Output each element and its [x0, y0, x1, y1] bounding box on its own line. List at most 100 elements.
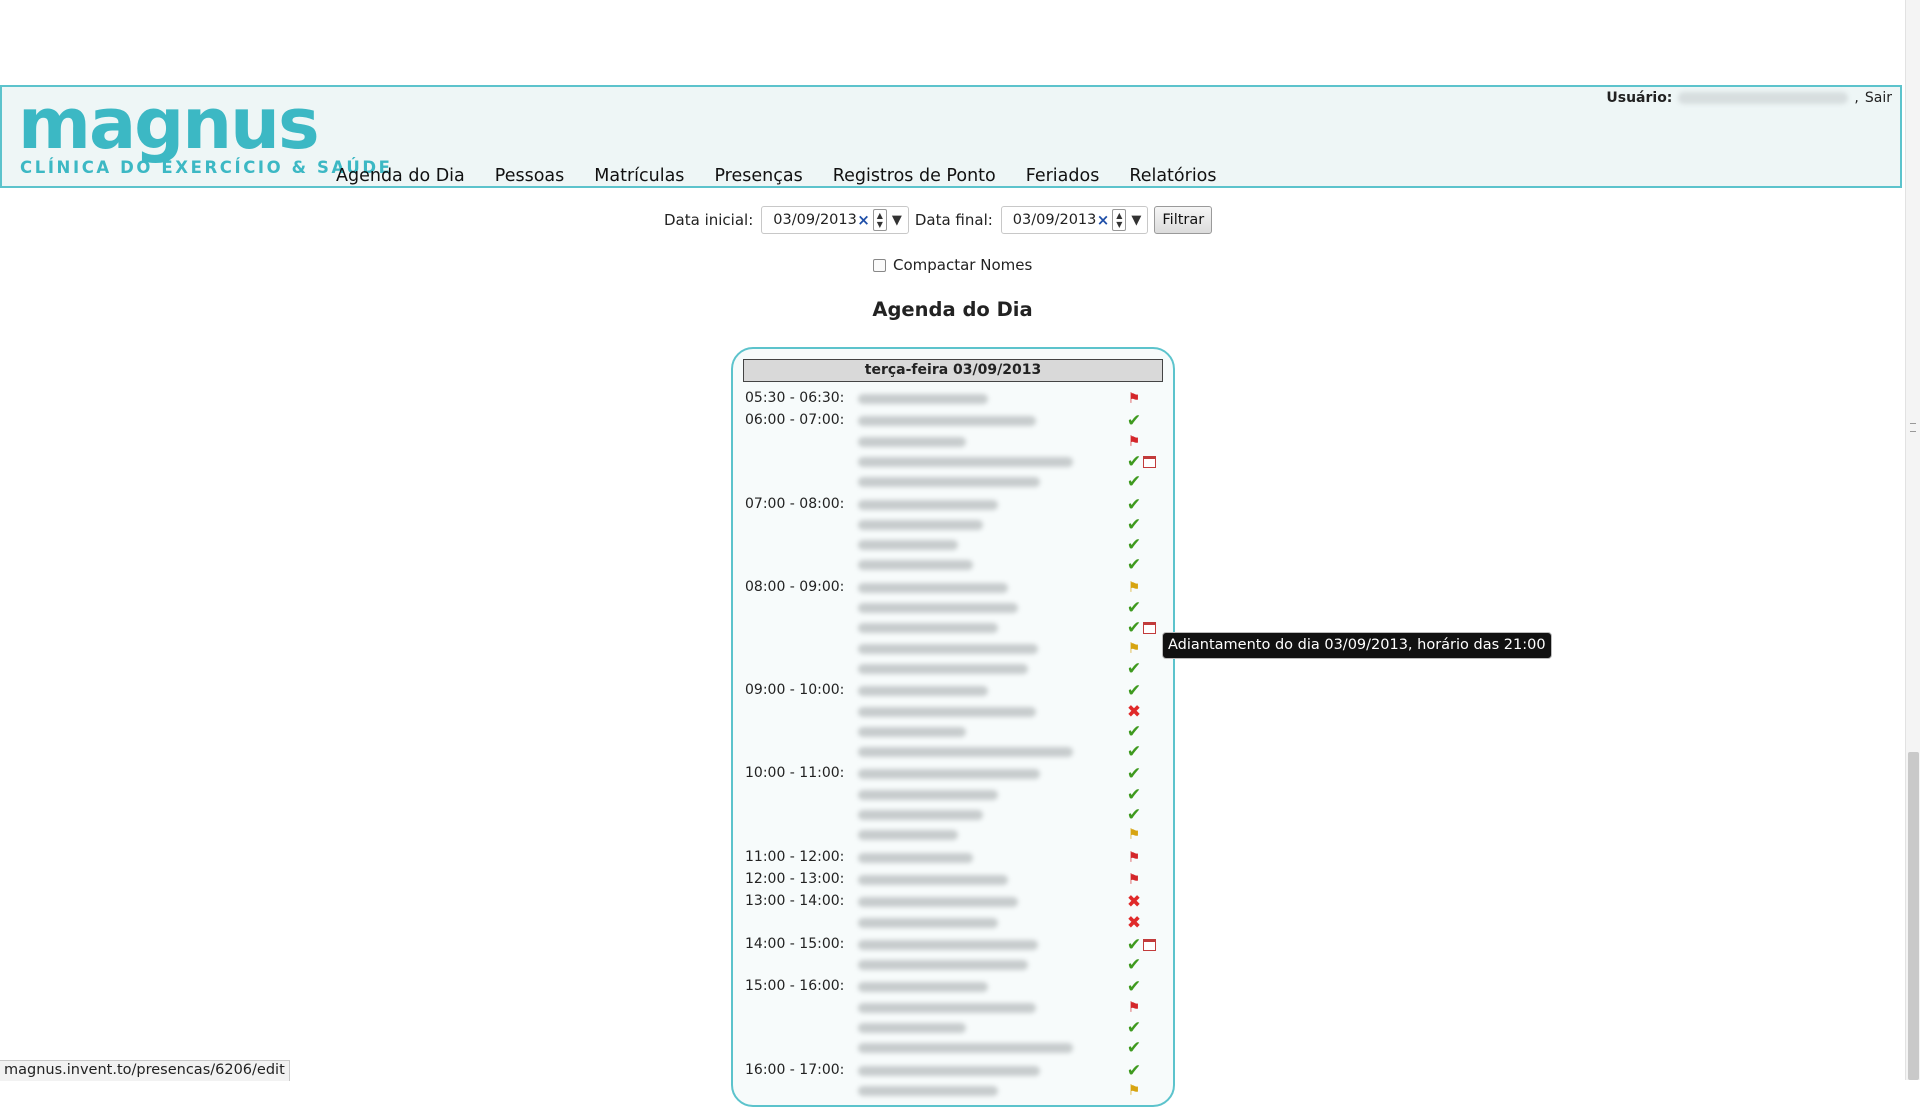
nav-matriculas[interactable]: Matrículas: [594, 166, 684, 186]
check-icon[interactable]: ✔: [1125, 556, 1143, 574]
nav-feriados[interactable]: Feriados: [1026, 166, 1100, 186]
person-name-redacted[interactable]: [858, 769, 1040, 780]
cross-icon[interactable]: ✖: [1125, 703, 1143, 721]
person-name-redacted[interactable]: [858, 830, 958, 841]
spin-down-icon[interactable]: ▼: [874, 220, 886, 229]
person-name-redacted[interactable]: [858, 540, 958, 551]
spin-up-icon[interactable]: ▲: [874, 211, 886, 220]
person-name-redacted[interactable]: [858, 726, 966, 737]
person-name-redacted[interactable]: [858, 436, 966, 447]
cross-icon[interactable]: ✖: [1125, 893, 1143, 911]
check-icon[interactable]: ✔: [1125, 516, 1143, 534]
person-name-redacted[interactable]: [858, 747, 1073, 758]
nav-agenda-do-dia[interactable]: Agenda do Dia: [336, 166, 465, 186]
check-icon[interactable]: ✔: [1125, 936, 1143, 954]
compact-names-label: Compactar Nomes: [893, 256, 1033, 274]
spin-up-icon[interactable]: ▲: [1113, 211, 1125, 220]
check-icon[interactable]: ✔: [1125, 682, 1143, 700]
person-name-redacted[interactable]: [858, 1043, 1073, 1054]
spin-down-icon[interactable]: ▼: [1113, 220, 1125, 229]
start-date-input[interactable]: 03/09/2013 × ▲ ▼ ▼: [761, 206, 909, 234]
calendar-icon[interactable]: [1143, 455, 1156, 468]
person-name-redacted[interactable]: [858, 394, 988, 404]
flag-red-icon[interactable]: ⚑: [1125, 849, 1143, 867]
end-date-input[interactable]: 03/09/2013 × ▲ ▼ ▼: [1000, 206, 1149, 234]
check-icon[interactable]: ✔: [1125, 786, 1143, 804]
person-name-redacted[interactable]: [858, 1002, 1036, 1013]
flag-yellow-icon[interactable]: ⚑: [1125, 579, 1143, 597]
filter-button[interactable]: Filtrar: [1154, 206, 1213, 234]
flag-yellow-icon[interactable]: ⚑: [1125, 826, 1143, 844]
check-icon[interactable]: ✔: [1125, 453, 1143, 471]
person-name-redacted[interactable]: [858, 960, 1028, 971]
person-name-redacted[interactable]: [858, 416, 1036, 427]
scrollbar-thumb[interactable]: [1908, 752, 1919, 1080]
check-icon[interactable]: ✔: [1125, 978, 1143, 996]
person-name-redacted[interactable]: [858, 560, 973, 571]
person-name-redacted[interactable]: [858, 939, 1038, 950]
logout-link[interactable]: Sair: [1865, 90, 1892, 106]
check-icon[interactable]: ✔: [1125, 536, 1143, 554]
person-name-redacted[interactable]: [858, 874, 1008, 885]
check-icon[interactable]: ✔: [1125, 473, 1143, 491]
check-icon[interactable]: ✔: [1125, 743, 1143, 761]
flag-red-icon[interactable]: ⚑: [1125, 871, 1143, 889]
slot-time: 05:30 - 06:30:: [745, 390, 845, 406]
dropdown-arrow-icon[interactable]: ▼: [1131, 213, 1141, 228]
person-name-redacted[interactable]: [858, 917, 998, 928]
person-name-redacted[interactable]: [858, 982, 988, 993]
flag-yellow-icon[interactable]: ⚑: [1125, 640, 1143, 658]
person-name-redacted[interactable]: [858, 852, 973, 863]
check-icon[interactable]: ✔: [1125, 496, 1143, 514]
magnus-logo[interactable]: magnus CLÍNICA DO EXERCÍCIO & SAÚDE: [18, 89, 390, 181]
person-name-redacted[interactable]: [858, 582, 1008, 593]
check-icon[interactable]: ✔: [1125, 619, 1143, 637]
person-name-redacted[interactable]: [858, 477, 1040, 488]
person-name-redacted[interactable]: [858, 706, 1036, 717]
flag-red-icon[interactable]: ⚑: [1125, 433, 1143, 451]
check-icon[interactable]: ✔: [1125, 723, 1143, 741]
person-name-redacted[interactable]: [858, 519, 983, 530]
person-name-redacted[interactable]: [858, 789, 998, 800]
check-icon[interactable]: ✔: [1125, 599, 1143, 617]
person-name-redacted[interactable]: [858, 1085, 998, 1096]
dropdown-arrow-icon[interactable]: ▼: [892, 213, 902, 228]
check-icon[interactable]: ✔: [1125, 1039, 1143, 1057]
check-icon[interactable]: ✔: [1125, 1062, 1143, 1080]
person-name-redacted[interactable]: [858, 499, 998, 510]
check-icon[interactable]: ✔: [1125, 956, 1143, 974]
check-icon[interactable]: ✔: [1125, 1019, 1143, 1037]
calendar-icon[interactable]: [1143, 938, 1156, 951]
check-icon[interactable]: ✔: [1125, 765, 1143, 783]
end-date-value: 03/09/2013: [1012, 212, 1097, 228]
flag-yellow-icon[interactable]: ⚑: [1125, 1082, 1143, 1100]
compact-names-checkbox[interactable]: [873, 258, 886, 272]
check-icon[interactable]: ✔: [1125, 660, 1143, 678]
nav-registros-de-ponto[interactable]: Registros de Ponto: [833, 166, 996, 186]
person-name-redacted[interactable]: [858, 603, 1018, 613]
person-name-redacted[interactable]: [858, 643, 1038, 654]
nav-relatorios[interactable]: Relatórios: [1129, 166, 1216, 186]
person-name-redacted[interactable]: [858, 810, 983, 820]
person-name-redacted[interactable]: [858, 456, 1073, 467]
check-icon[interactable]: ✔: [1125, 806, 1143, 824]
person-name-redacted[interactable]: [858, 623, 998, 634]
date-spinner[interactable]: ▲ ▼: [1112, 209, 1127, 231]
date-spinner[interactable]: ▲ ▼: [872, 209, 887, 231]
check-icon[interactable]: ✔: [1125, 412, 1143, 430]
person-name-redacted[interactable]: [858, 1023, 966, 1033]
calendar-icon[interactable]: [1143, 622, 1156, 635]
person-name-redacted[interactable]: [858, 686, 988, 697]
clear-icon[interactable]: ×: [857, 211, 870, 229]
person-name-redacted[interactable]: [858, 897, 1018, 908]
person-name-redacted[interactable]: [858, 663, 1028, 674]
page-scrollbar[interactable]: [1905, 0, 1920, 1080]
nav-presencas[interactable]: Presenças: [714, 166, 802, 186]
clear-icon[interactable]: ×: [1097, 211, 1110, 229]
nav-pessoas[interactable]: Pessoas: [495, 166, 564, 186]
compact-names-option[interactable]: Compactar Nomes: [873, 256, 1032, 274]
person-name-redacted[interactable]: [858, 1065, 1040, 1076]
cross-icon[interactable]: ✖: [1125, 914, 1143, 932]
flag-red-icon[interactable]: ⚑: [1125, 999, 1143, 1017]
flag-red-icon[interactable]: ⚑: [1125, 390, 1143, 408]
